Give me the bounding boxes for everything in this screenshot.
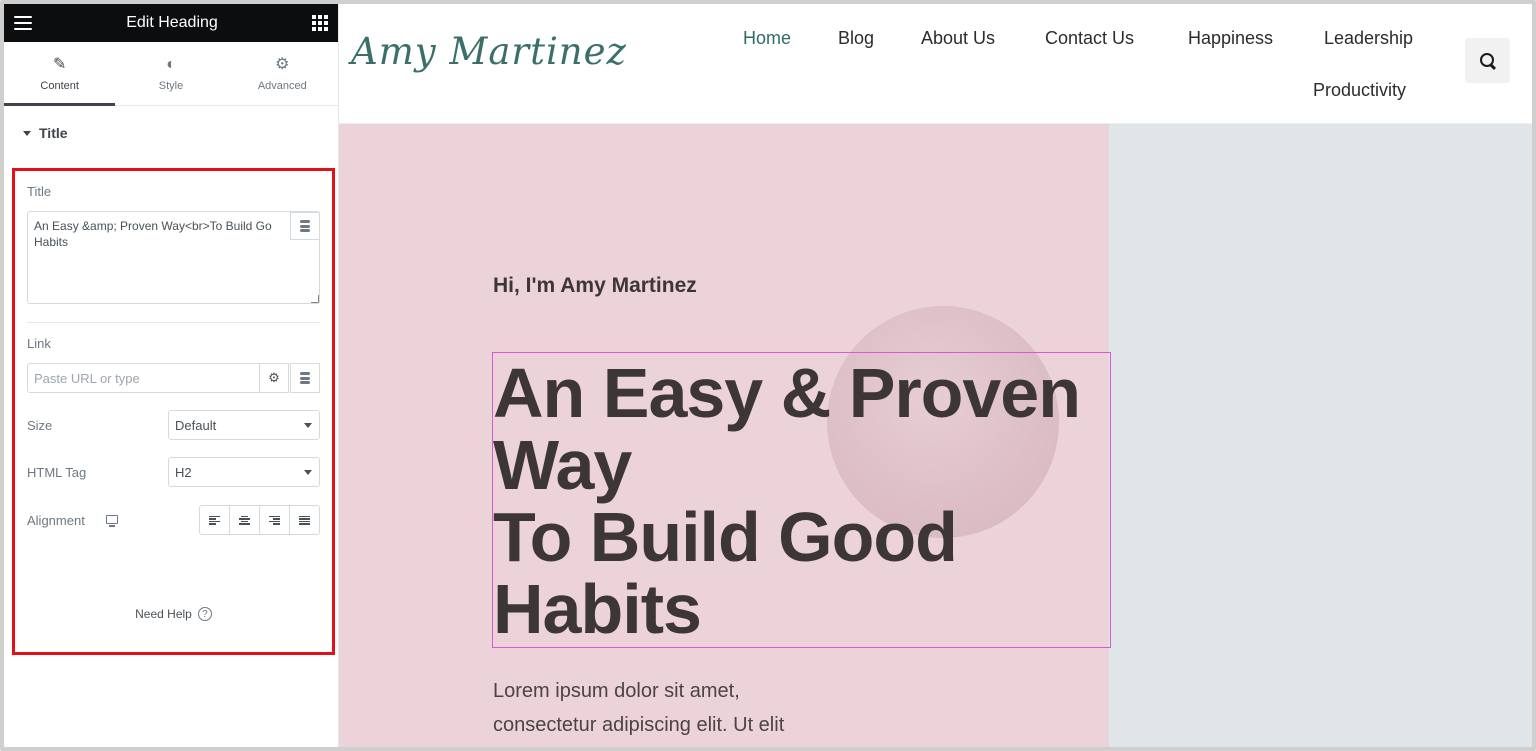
hero-heading-line: An Easy & Proven: [493, 354, 1081, 432]
size-label: Size: [27, 418, 53, 433]
align-right-button[interactable]: [260, 506, 290, 534]
hero-heading-line: To Build Good: [493, 498, 958, 576]
panel-tabs: ✎ Content ◐ Style ⚙ Advanced: [4, 42, 338, 106]
nav-contact-us[interactable]: Contact Us: [1045, 28, 1134, 49]
site-header: Amy Martinez Home Blog About Us Contact …: [339, 4, 1532, 124]
caret-down-icon: [23, 130, 31, 136]
align-center-icon: [239, 515, 250, 525]
search-button[interactable]: [1465, 38, 1510, 83]
nav-productivity[interactable]: Productivity: [1313, 80, 1406, 101]
align-right-icon: [269, 515, 280, 525]
search-icon: [1479, 52, 1496, 69]
widgets-grid-icon[interactable]: [312, 15, 328, 31]
nav-home[interactable]: Home: [743, 28, 791, 49]
title-textarea[interactable]: An Easy &amp; Proven Way<br>To Build Go …: [27, 211, 320, 304]
link-options-button[interactable]: ⚙: [259, 363, 289, 393]
align-center-button[interactable]: [230, 506, 260, 534]
tab-advanced-label: Advanced: [257, 79, 307, 92]
tab-advanced[interactable]: ⚙ Advanced: [227, 42, 338, 105]
section-title-label: Title: [39, 125, 68, 141]
link-label: Link: [27, 336, 51, 351]
align-justify-icon: [299, 515, 310, 525]
divider: [27, 322, 320, 323]
size-select-value: Default: [175, 418, 217, 433]
hero-heading-line: Habits: [493, 570, 702, 648]
size-select[interactable]: Default: [168, 410, 320, 440]
hero-body-line: consectetur adipiscing elit. Ut elit: [493, 714, 785, 736]
chevron-down-icon: [304, 470, 312, 475]
hero-heading-line: Way: [493, 426, 632, 504]
hero-section: Hi, I'm Amy Martinez An Easy & Proven Wa…: [339, 124, 1532, 747]
align-justify-button[interactable]: [290, 506, 319, 534]
alignment-label: Alignment: [27, 513, 85, 528]
hero-body-line: Lorem ipsum dolor sit amet,: [493, 680, 740, 702]
title-field-label: Title: [27, 184, 52, 199]
panel-title: Edit Heading: [126, 14, 218, 31]
nav-blog[interactable]: Blog: [838, 28, 874, 49]
nav-about-us[interactable]: About Us: [921, 28, 995, 49]
menu-icon[interactable]: [14, 16, 32, 30]
html-tag-select[interactable]: H2: [168, 457, 320, 487]
chevron-down-icon: [304, 423, 312, 428]
question-circle-icon: ?: [197, 607, 212, 621]
need-help-link[interactable]: Need Help ?: [15, 607, 332, 621]
hero-photo: [1109, 124, 1532, 747]
link-dynamic-tags-button[interactable]: [290, 363, 320, 393]
gear-icon: ⚙: [275, 55, 290, 73]
panel-header: Edit Heading: [4, 4, 338, 42]
resize-handle-icon[interactable]: [311, 295, 319, 303]
screenshot-frame: Edit Heading ✎ Content ◐ Style ⚙ Advance…: [0, 0, 1536, 751]
html-tag-label: HTML Tag: [27, 465, 87, 480]
tab-content-label: Content: [40, 79, 79, 92]
align-left-button[interactable]: [200, 506, 230, 534]
contrast-icon: ◐: [166, 55, 176, 73]
tab-content[interactable]: ✎ Content: [4, 42, 116, 106]
nav-leadership[interactable]: Leadership: [1324, 28, 1413, 49]
gear-icon: ⚙: [268, 370, 280, 385]
alignment-buttons: [199, 505, 320, 535]
link-url-input[interactable]: Paste URL or type: [27, 363, 260, 393]
site-preview: Amy Martinez Home Blog About Us Contact …: [339, 4, 1532, 747]
hero-body-text: Lorem ipsum dolor sit amet, consectetur …: [493, 674, 784, 742]
highlighted-controls: Title An Easy &amp; Proven Way<br>To Bui…: [12, 168, 335, 655]
dynamic-tags-button[interactable]: [290, 212, 320, 240]
database-icon: [300, 220, 310, 232]
tab-style-label: Style: [158, 79, 184, 92]
hero-heading-selected[interactable]: An Easy & Proven Way To Build Good Habit…: [492, 352, 1111, 648]
site-logo[interactable]: Amy Martinez: [351, 30, 627, 73]
hero-subtitle: Hi, I'm Amy Martinez: [493, 274, 697, 297]
database-icon: [300, 372, 310, 384]
tab-style[interactable]: ◐ Style: [115, 42, 226, 105]
html-tag-select-value: H2: [175, 465, 192, 480]
nav-happiness[interactable]: Happiness: [1188, 28, 1273, 49]
need-help-label: Need Help: [135, 607, 192, 621]
pencil-icon: ✎: [52, 55, 67, 73]
section-title-toggle[interactable]: Title: [4, 108, 338, 158]
desktop-monitor-icon[interactable]: [106, 515, 118, 527]
align-left-icon: [209, 515, 220, 525]
